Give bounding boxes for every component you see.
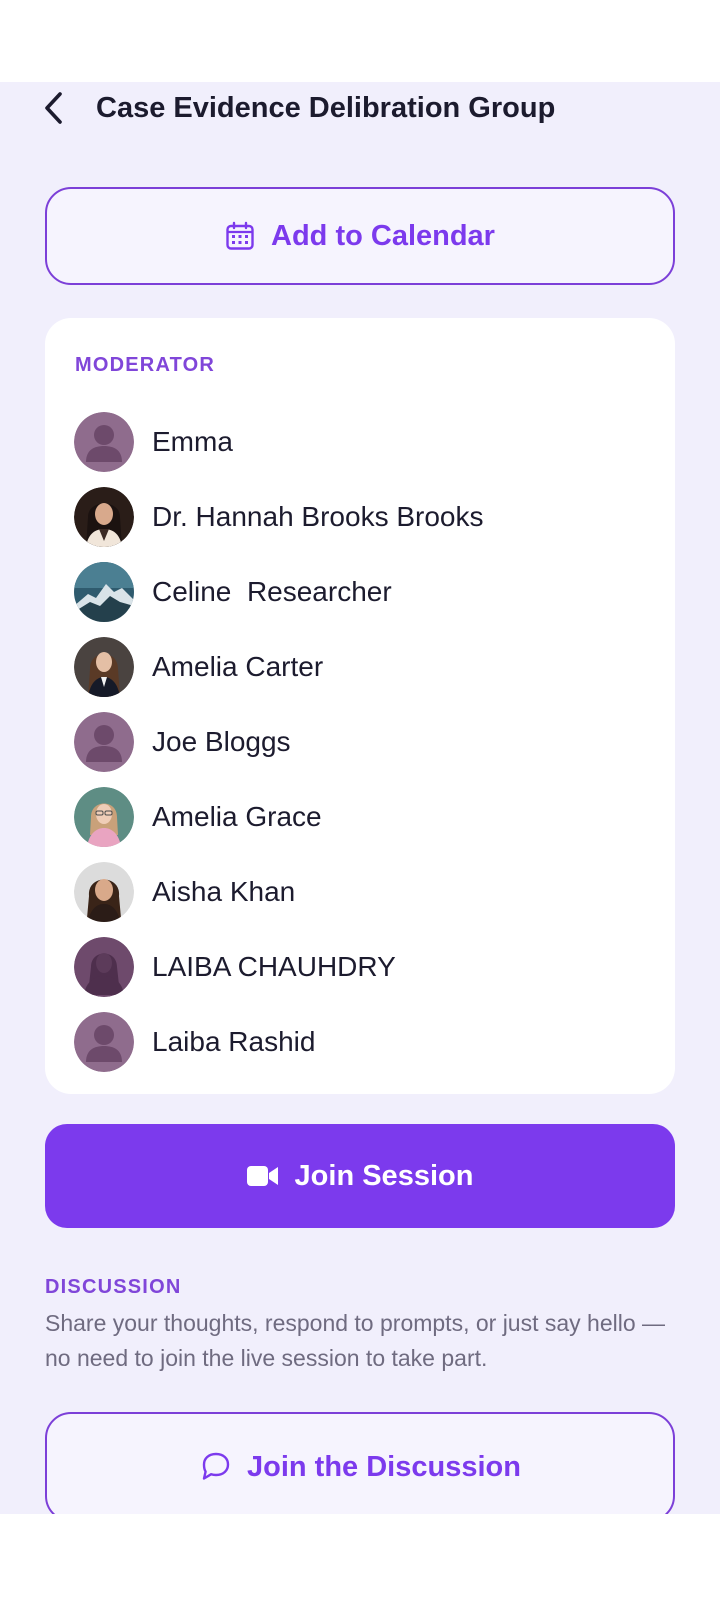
member-name: Aisha Khan — [152, 875, 296, 907]
member-name: Celine Researcher — [152, 575, 392, 607]
header: Case Evidence Delibration Group — [0, 82, 720, 138]
list-item[interactable]: Dr. Hannah Brooks Brooks — [74, 479, 654, 554]
member-name: LAIBA CHAUHDRY — [152, 950, 396, 982]
status-bar-area — [0, 0, 720, 82]
list-item[interactable]: LAIBA CHAUHDRY — [74, 929, 654, 1004]
avatar — [74, 711, 134, 772]
join-session-button[interactable]: Join Session — [45, 1124, 675, 1228]
avatar — [74, 411, 134, 472]
calendar-icon — [226, 221, 254, 250]
avatar — [74, 861, 134, 922]
moderator-card: MODERATOR Emma Dr. Hannah Brooks Brooks … — [45, 318, 675, 1094]
member-name: Laiba Rashid — [152, 1025, 316, 1057]
join-session-label: Join Session — [294, 1159, 474, 1192]
avatar — [74, 636, 134, 697]
bottom-area — [0, 1514, 720, 1600]
list-item[interactable]: Aisha Khan — [74, 854, 654, 929]
session-details-screen: Case Evidence Delibration Group Add to C… — [0, 82, 720, 1514]
discussion-section-label: DISCUSSION — [45, 1276, 182, 1298]
list-item[interactable]: Laiba Rashid — [74, 1004, 654, 1079]
member-name: Amelia Carter — [152, 650, 324, 682]
list-item[interactable]: Celine Researcher — [74, 554, 654, 629]
join-discussion-button[interactable]: Join the Discussion — [45, 1412, 675, 1514]
avatar — [74, 936, 134, 997]
join-discussion-label: Join the Discussion — [247, 1450, 521, 1483]
list-item[interactable]: Emma — [74, 404, 654, 479]
member-name: Amelia Grace — [152, 800, 322, 832]
moderator-section-label: MODERATOR — [75, 354, 216, 376]
list-item[interactable]: Amelia Grace — [74, 779, 654, 854]
discussion-description: Share your thoughts, respond to prompts,… — [45, 1310, 666, 1371]
video-camera-icon — [246, 1166, 278, 1186]
member-name: Joe Bloggs — [152, 725, 291, 757]
avatar — [74, 486, 134, 547]
member-list: Emma Dr. Hannah Brooks Brooks Celine Res… — [74, 404, 654, 1079]
avatar — [74, 786, 134, 847]
list-item[interactable]: Amelia Carter — [74, 629, 654, 704]
chat-bubble-icon — [202, 1452, 230, 1480]
add-to-calendar-label: Add to Calendar — [271, 219, 495, 252]
back-button[interactable] — [36, 88, 72, 128]
member-name: Dr. Hannah Brooks Brooks — [152, 500, 484, 532]
list-item[interactable]: Joe Bloggs — [74, 704, 654, 779]
page-title: Case Evidence Delibration Group — [96, 92, 556, 124]
chevron-left-icon — [45, 92, 62, 124]
avatar — [74, 1011, 134, 1072]
member-name: Emma — [152, 425, 233, 457]
avatar — [74, 561, 134, 622]
add-to-calendar-button[interactable]: Add to Calendar — [45, 187, 675, 285]
